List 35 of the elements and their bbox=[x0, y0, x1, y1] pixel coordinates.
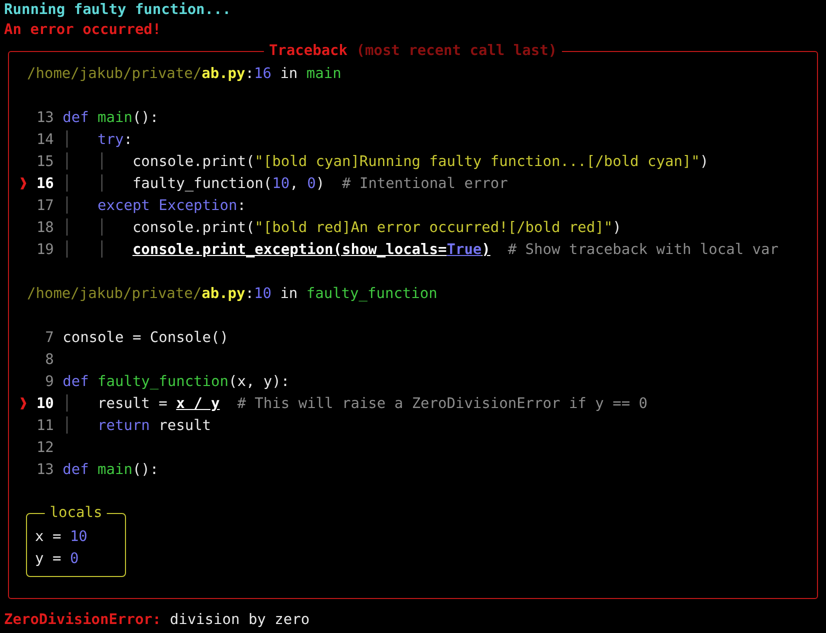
line-number: 9 bbox=[44, 373, 54, 392]
frame-location: /home/jakub/private/ab.py:16 in main bbox=[27, 65, 342, 84]
line-number: 13 bbox=[36, 109, 54, 128]
line-number: 13 bbox=[36, 461, 54, 480]
code-line: def main(): bbox=[62, 109, 159, 128]
code-line: │ │ console.print_exception(show_locals=True) # Show traceback with local var bbox=[62, 239, 778, 260]
code-line: def main(): bbox=[62, 461, 159, 480]
line-number: 17 bbox=[36, 197, 54, 216]
code-line: console = Console() bbox=[62, 329, 228, 348]
line-number: 7 bbox=[44, 329, 54, 348]
exception-message: ZeroDivisionError: division by zero bbox=[4, 611, 310, 630]
line-number: 8 bbox=[44, 351, 54, 370]
line-number: 14 bbox=[36, 131, 54, 150]
console-output: An error occurred! bbox=[4, 21, 162, 40]
line-number: 11 bbox=[36, 417, 54, 436]
local-variable: x = 10 bbox=[35, 528, 88, 547]
line-number: 18 bbox=[36, 219, 54, 238]
console-output: Running faulty function... bbox=[4, 1, 231, 20]
frame-location: /home/jakub/private/ab.py:10 in faulty_function bbox=[27, 285, 438, 304]
code-line: │ │ console.print("[bold red]An error occurred![/bold red]") bbox=[62, 217, 622, 238]
code-line: │ │ faulty_function(10, 0) # Intentional error bbox=[62, 173, 508, 194]
code-line: │ result = x / y # This will raise a ZeroDivisionError if y == 0 bbox=[62, 393, 648, 414]
code-line: │ │ console.print("[bold cyan]Running faulty function...[/bold cyan]") bbox=[62, 151, 709, 172]
code-line: │ return result bbox=[62, 415, 212, 436]
line-number: 19 bbox=[36, 241, 54, 260]
current-line-marker: ❱ bbox=[19, 396, 28, 412]
line-number: 12 bbox=[36, 439, 54, 458]
local-variable: y = 0 bbox=[35, 550, 79, 569]
line-number: 16 bbox=[36, 175, 54, 194]
current-line-marker: ❱ bbox=[19, 176, 28, 192]
code-line: │ except Exception: bbox=[62, 195, 246, 216]
line-number: 15 bbox=[36, 153, 54, 172]
code-line: def faulty_function(x, y): bbox=[62, 373, 290, 392]
line-number: 10 bbox=[36, 395, 54, 414]
code-line: │ try: bbox=[62, 129, 132, 150]
